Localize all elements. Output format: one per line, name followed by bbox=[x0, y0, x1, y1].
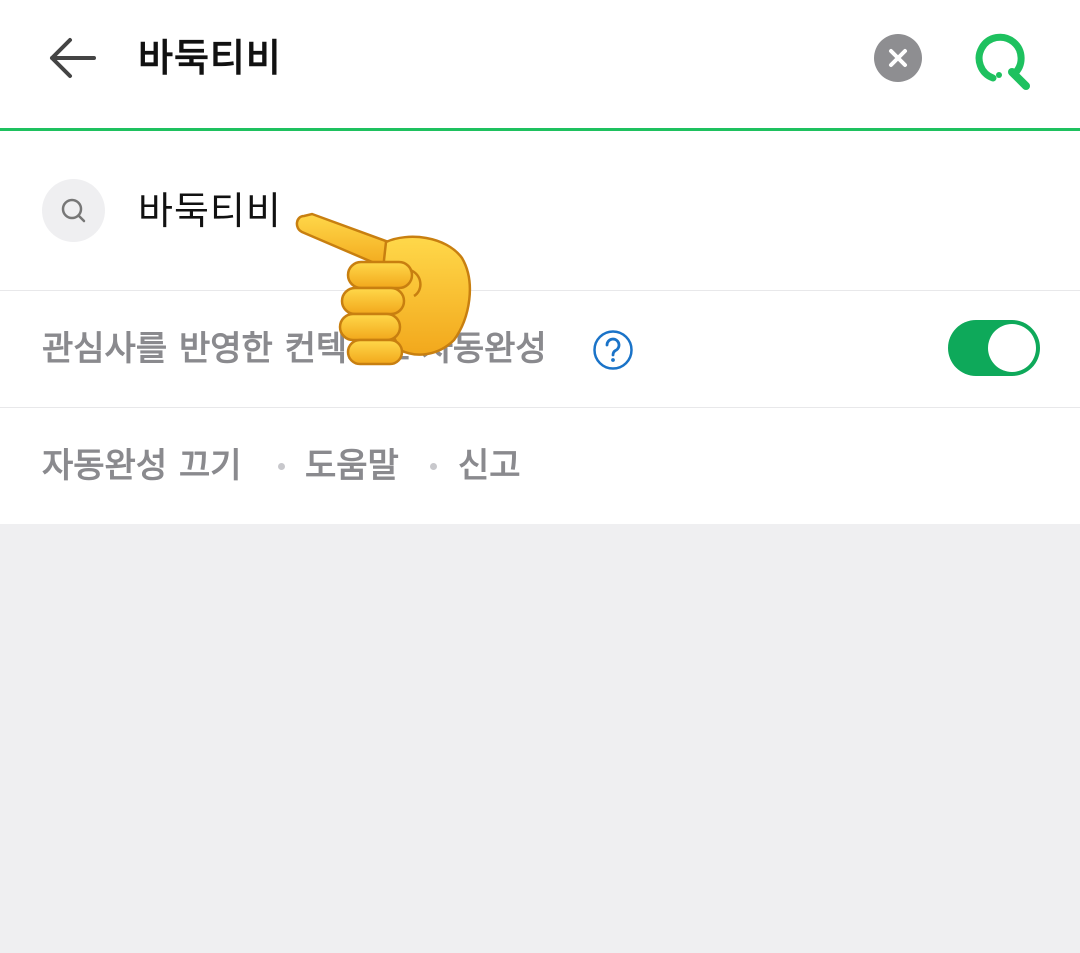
close-icon bbox=[889, 49, 907, 67]
clear-button[interactable] bbox=[874, 34, 922, 82]
search-button[interactable] bbox=[966, 26, 1036, 96]
suggestion-search-icon-badge bbox=[42, 179, 105, 242]
help-button[interactable] bbox=[592, 329, 634, 371]
suggestion-item[interactable]: 바둑티비 bbox=[0, 131, 1080, 291]
search-header: 바둑티비 bbox=[0, 0, 1080, 131]
toggle-knob bbox=[988, 324, 1036, 372]
autocomplete-toggle[interactable] bbox=[948, 320, 1040, 376]
help-link[interactable]: 도움말 bbox=[305, 438, 399, 494]
search-icon bbox=[61, 198, 86, 223]
separator-dot bbox=[430, 463, 437, 470]
autocomplete-panel: 바둑티비 관심사를 반영한 컨텍스트 자동완성 자동완성 끄기 도움말 신고 bbox=[0, 131, 1080, 524]
pointing-hand-emoji bbox=[295, 212, 472, 366]
context-autocomplete-setting: 관심사를 반영한 컨텍스트 자동완성 bbox=[0, 291, 1080, 408]
turn-off-autocomplete-link[interactable]: 자동완성 끄기 bbox=[42, 438, 242, 494]
arrow-left-icon bbox=[50, 38, 96, 78]
help-circle-icon bbox=[593, 330, 633, 370]
back-button[interactable] bbox=[44, 30, 100, 86]
search-icon bbox=[975, 33, 1030, 90]
separator-dot bbox=[278, 463, 285, 470]
footer-links: 자동완성 끄기 도움말 신고 bbox=[0, 408, 1080, 524]
report-link[interactable]: 신고 bbox=[458, 438, 521, 494]
search-query-input[interactable]: 바둑티비 bbox=[138, 30, 282, 86]
suggestion-text: 바둑티비 bbox=[138, 189, 282, 233]
